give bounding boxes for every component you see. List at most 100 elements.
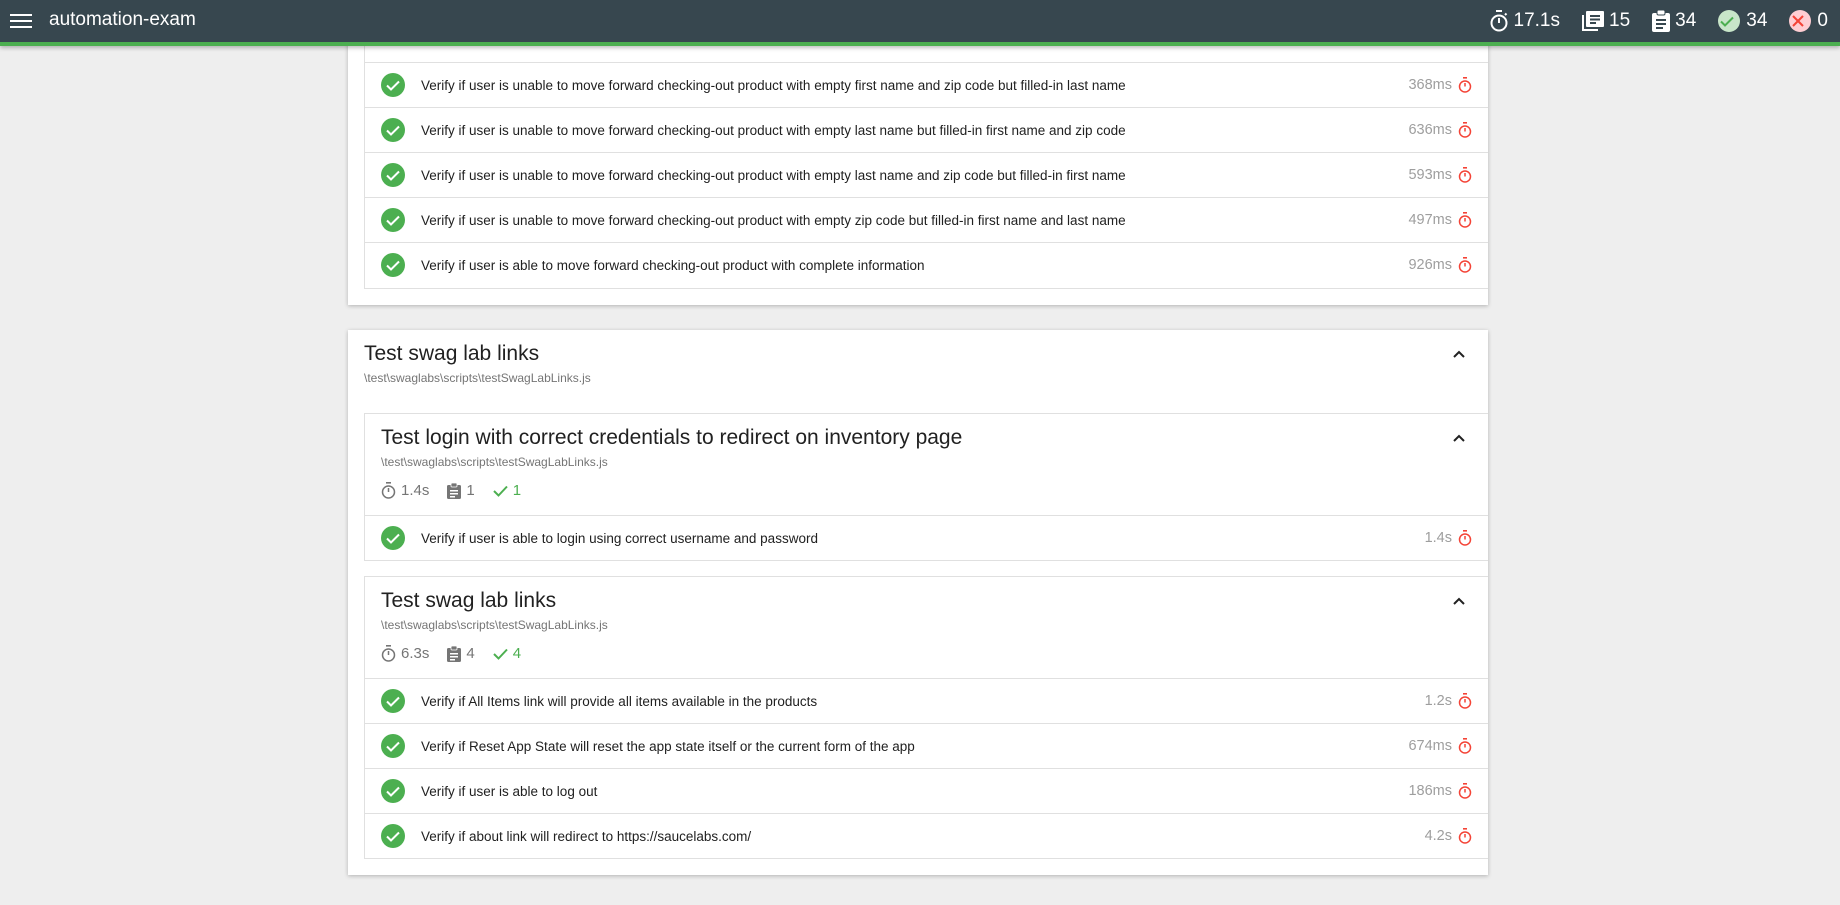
timer-icon <box>1458 738 1472 754</box>
test-duration: 368ms <box>1408 77 1452 93</box>
test-duration: 4.2s <box>1424 828 1452 844</box>
check-icon <box>1718 10 1741 32</box>
test-title: Verify if user is able to login using co… <box>421 530 818 546</box>
subsuite-swag-lab-links: Test swag lab links \test\swaglabs\scrip… <box>364 576 1488 859</box>
pass-check-icon <box>381 118 405 142</box>
chevron-up-icon[interactable] <box>1452 593 1466 605</box>
subsuite-tests-count: 4 <box>447 645 475 662</box>
test-row[interactable]: Verify if about link will redirect to ht… <box>365 813 1488 858</box>
pass-check-icon <box>381 779 405 803</box>
pass-check-icon <box>381 526 405 550</box>
subsuite-tests-count-value: 4 <box>466 645 475 662</box>
stat-failures[interactable]: 0 <box>1789 10 1828 32</box>
assignment-icon <box>447 482 462 499</box>
subsuite-passes-count-value: 4 <box>512 645 522 662</box>
stat-failures-value: 0 <box>1817 10 1828 31</box>
timer-icon <box>1458 122 1472 138</box>
subsuite-tests-count: 1 <box>447 482 475 499</box>
subsuite-duration-value: 6.3s <box>401 645 430 662</box>
stat-passes[interactable]: 34 <box>1718 10 1767 32</box>
chevron-up-icon[interactable] <box>1452 430 1466 442</box>
timer-icon <box>1458 783 1472 799</box>
test-title: Verify if user is able to log out <box>421 783 598 799</box>
test-duration: 1.4s <box>1424 530 1452 546</box>
stat-duration[interactable]: 17.1s <box>1489 10 1560 32</box>
pass-check-icon <box>381 73 405 97</box>
suite-card-swag-lab-links: Test swag lab links \test\swaglabs\scrip… <box>348 330 1488 875</box>
test-title: Verify if user is unable to move forward… <box>421 167 1126 183</box>
test-title: Verify if about link will redirect to ht… <box>421 828 752 844</box>
subsuite-checkout: Verify if user is unable to move forward… <box>364 1 1488 289</box>
check-icon <box>492 648 508 660</box>
test-title: Verify if user is unable to move forward… <box>421 212 1126 228</box>
test-duration: 497ms <box>1408 212 1452 228</box>
suite-title: Test swag lab links <box>364 342 540 365</box>
pass-check-icon <box>381 824 405 848</box>
timer-icon <box>1458 257 1472 273</box>
app-title: automation-exam <box>49 9 196 30</box>
test-row[interactable]: Verify if user is able to log out 186ms <box>365 768 1488 813</box>
stat-tests[interactable]: 34 <box>1652 10 1696 32</box>
check-icon <box>492 485 508 497</box>
subsuite-file-path: \test\swaglabs\scripts\testSwagLabLinks.… <box>381 618 608 632</box>
test-duration: 674ms <box>1408 738 1452 754</box>
test-duration: 186ms <box>1408 783 1452 799</box>
assignment-icon <box>447 645 462 662</box>
test-title: Verify if user is unable to move forward… <box>421 122 1126 138</box>
subsuite-passes-count-value: 1 <box>512 482 522 499</box>
test-duration: 636ms <box>1408 122 1452 138</box>
test-title: Verify if Reset App State will reset the… <box>421 738 915 754</box>
subsuite-summary: 6.3s 4 4 <box>381 645 539 662</box>
timer-icon <box>1458 212 1472 228</box>
subsuite-title: Test login with correct credentials to r… <box>381 426 963 449</box>
library-books-icon <box>1582 11 1604 31</box>
test-title: Verify if user is unable to move forward… <box>421 77 1126 93</box>
test-row[interactable]: Verify if user is unable to move forward… <box>365 62 1488 107</box>
hamburger-menu-icon[interactable] <box>10 11 32 31</box>
suite-card-checkout: Verify if user is unable to move forward… <box>348 1 1488 305</box>
suite-file-path: \test\swaglabs\scripts\testSwagLabLinks.… <box>364 371 591 385</box>
stat-tests-value: 34 <box>1675 10 1697 31</box>
subsuite-duration-value: 1.4s <box>401 482 430 499</box>
timer-icon <box>1490 10 1508 32</box>
test-row[interactable]: Verify if user is able to login using co… <box>365 515 1488 560</box>
summary-stats: 17.1s 15 34 34 0 <box>1467 8 1828 34</box>
subsuite-duration: 6.3s <box>381 645 429 662</box>
timer-icon <box>381 482 396 499</box>
test-title: Verify if All Items link will provide al… <box>421 693 818 709</box>
subsuite-duration: 1.4s <box>381 482 429 499</box>
test-duration: 593ms <box>1408 167 1452 183</box>
subsuite-passes-count: 1 <box>492 482 522 499</box>
subsuite-title: Test swag lab links <box>381 589 557 612</box>
assignment-icon <box>1652 10 1671 32</box>
timer-icon <box>1458 167 1472 183</box>
pass-check-icon <box>381 689 405 713</box>
test-row[interactable]: Verify if user is able to move forward c… <box>365 242 1488 287</box>
test-row[interactable]: Verify if user is unable to move forward… <box>365 197 1488 242</box>
stat-suites-value: 15 <box>1609 10 1631 31</box>
close-icon <box>1789 10 1812 32</box>
timer-icon <box>381 645 396 662</box>
test-duration: 926ms <box>1408 257 1452 273</box>
test-row[interactable]: Verify if user is unable to move forward… <box>365 107 1488 152</box>
subsuite-tests-count-value: 1 <box>466 482 475 499</box>
pass-check-icon <box>381 208 405 232</box>
stat-suites[interactable]: 15 <box>1582 10 1630 32</box>
subsuite-login: Test login with correct credentials to r… <box>364 413 1488 561</box>
pass-check-icon <box>381 253 405 277</box>
test-duration: 1.2s <box>1424 693 1452 709</box>
chevron-up-icon[interactable] <box>1452 346 1466 358</box>
test-row[interactable]: Verify if user is unable to move forward… <box>365 152 1488 197</box>
timer-icon <box>1458 828 1472 844</box>
pass-check-icon <box>381 163 405 187</box>
stat-duration-value: 17.1s <box>1513 10 1560 31</box>
timer-icon <box>1458 530 1472 546</box>
test-row[interactable]: Verify if Reset App State will reset the… <box>365 723 1488 768</box>
timer-icon <box>1458 77 1472 93</box>
subsuite-file-path: \test\swaglabs\scripts\testSwagLabLinks.… <box>381 455 608 469</box>
subsuite-summary: 1.4s 1 1 <box>381 482 539 499</box>
timer-icon <box>1458 693 1472 709</box>
test-title: Verify if user is able to move forward c… <box>421 257 925 273</box>
test-row[interactable]: Verify if All Items link will provide al… <box>365 678 1488 723</box>
subsuite-passes-count: 4 <box>492 645 522 662</box>
